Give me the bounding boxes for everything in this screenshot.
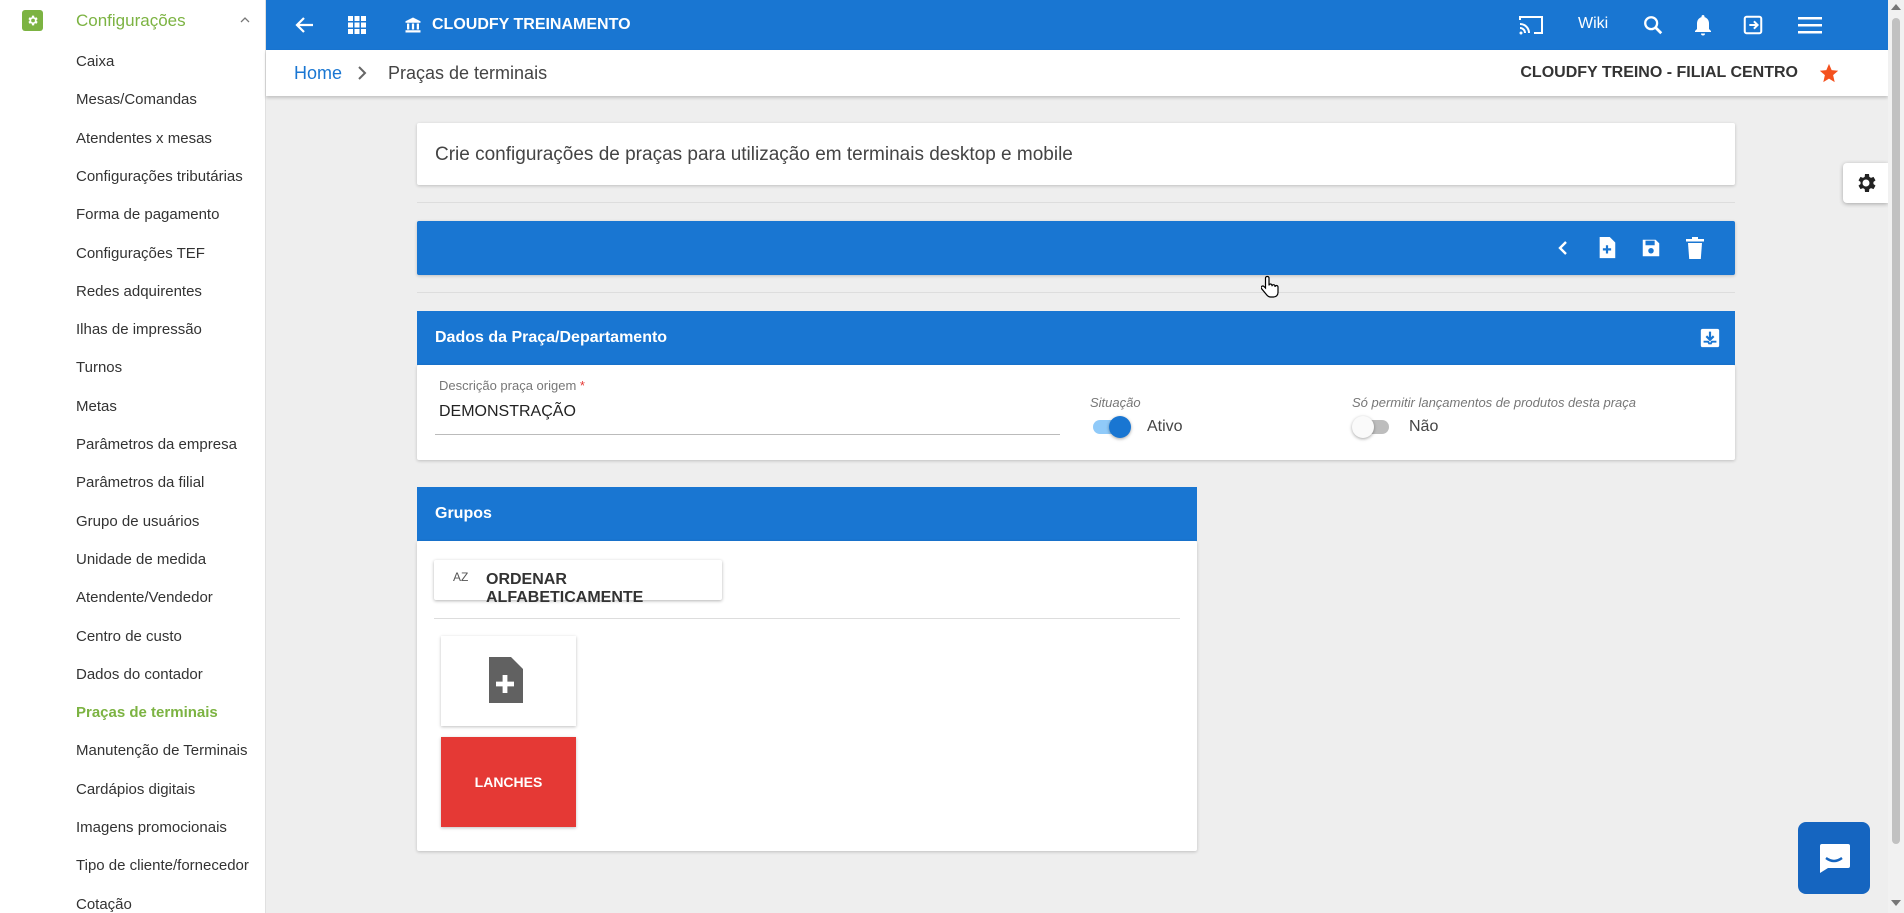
gear-icon	[1858, 174, 1875, 192]
scroll-up-arrow[interactable]	[1891, 4, 1901, 10]
sidebar-item[interactable]: Atendentes x mesas	[76, 130, 212, 147]
breadcrumb: Home Praças de terminais CLOUDFY TREINO …	[266, 50, 1888, 96]
sidebar-item[interactable]: Unidade de medida	[76, 551, 206, 568]
section-body-grupos: AZ ORDENAR ALFABETICAMENTE LANCHES	[417, 541, 1197, 851]
search-icon[interactable]	[1640, 12, 1666, 38]
settings-icon	[22, 10, 43, 31]
restricao-toggle[interactable]	[1352, 416, 1390, 438]
sidebar-item[interactable]: Praças de terminais	[76, 704, 218, 721]
cast-icon[interactable]	[1518, 12, 1544, 38]
sidebar-item[interactable]: Configurações TEF	[76, 245, 205, 262]
sidebar-item[interactable]: Grupo de usuários	[76, 513, 199, 530]
chat-button[interactable]	[1798, 822, 1870, 894]
section-body-dados: Descrição praça origem * DEMONSTRAÇÃO Si…	[417, 365, 1735, 460]
section-title: Dados da Praça/Departamento	[435, 329, 668, 346]
info-text: Crie configurações de praças para utiliz…	[435, 144, 1073, 165]
settings-gear-button[interactable]	[1843, 163, 1888, 203]
chevron-up-icon	[239, 13, 251, 31]
new-document-icon[interactable]	[1595, 236, 1619, 260]
descricao-label: Descrição praça origem *	[439, 378, 585, 393]
app-title: CLOUDFY TREINAMENTO	[432, 16, 631, 33]
situacao-label: Situação	[1090, 395, 1141, 410]
restricao-value: Não	[1409, 418, 1439, 435]
bell-icon[interactable]	[1690, 12, 1716, 38]
scroll-thumb[interactable]	[1892, 18, 1900, 844]
group-tile-lanches[interactable]: LANCHES	[441, 737, 576, 827]
sidebar-item[interactable]: Cotação	[76, 896, 132, 913]
sidebar-item[interactable]: Turnos	[76, 359, 122, 376]
section-header-dados: Dados da Praça/Departamento	[417, 311, 1735, 365]
sidebar-item[interactable]: Cardápios digitais	[76, 781, 195, 798]
sidebar-title: Configurações	[76, 11, 186, 30]
divider	[417, 292, 1735, 293]
top-app-bar: CLOUDFY TREINAMENTO Wiki	[266, 0, 1888, 50]
sidebar-item[interactable]: Parâmetros da empresa	[76, 436, 237, 453]
input-underline	[435, 434, 1060, 435]
add-file-icon	[484, 657, 526, 710]
divider	[417, 202, 1735, 203]
sidebar-item[interactable]: Centro de custo	[76, 628, 182, 645]
sidebar: Configurações Caixa Mesas/Comandas Atenden…	[0, 0, 266, 913]
scroll-down-arrow[interactable]	[1891, 900, 1901, 906]
chevron-right-icon	[356, 65, 368, 86]
delete-icon[interactable]	[1683, 236, 1707, 260]
page-title: Praças de terminais	[388, 63, 548, 83]
sidebar-item[interactable]: Imagens promocionais	[76, 819, 227, 836]
sort-alphabetically-button[interactable]: AZ ORDENAR ALFABETICAMENTE	[434, 560, 722, 606]
sort-button-label: ORDENAR ALFABETICAMENTE	[486, 571, 644, 606]
logout-icon[interactable]	[1740, 12, 1766, 38]
menu-icon[interactable]	[1797, 12, 1823, 38]
sidebar-item[interactable]: Dados do contador	[76, 666, 203, 683]
save-icon[interactable]	[1639, 236, 1663, 260]
wiki-link[interactable]: Wiki	[1578, 15, 1608, 33]
chevron-left-icon[interactable]	[1551, 236, 1575, 260]
sidebar-item[interactable]: Mesas/Comandas	[76, 91, 197, 108]
action-toolbar	[417, 221, 1735, 275]
apps-grid-icon[interactable]	[344, 12, 370, 38]
descricao-input[interactable]: DEMONSTRAÇÃO	[439, 403, 576, 421]
page-scrollbar[interactable]	[1888, 0, 1904, 913]
bank-icon	[400, 12, 426, 38]
collapse-icon[interactable]	[1699, 327, 1721, 354]
sidebar-item[interactable]: Manutenção de Terminais	[76, 742, 248, 759]
sidebar-item[interactable]: Redes adquirentes	[76, 283, 202, 300]
sort-az-icon: AZ	[453, 570, 469, 584]
sidebar-item[interactable]: Metas	[76, 398, 117, 415]
sidebar-item[interactable]: Configurações tributárias	[76, 168, 243, 185]
divider	[434, 618, 1180, 619]
chat-icon	[1820, 844, 1850, 873]
add-group-tile[interactable]	[441, 636, 576, 726]
sidebar-item[interactable]: Forma de pagamento	[76, 206, 219, 223]
sidebar-item[interactable]: Tipo de cliente/fornecedor	[76, 857, 249, 874]
restricao-label: Só permitir lançamentos de produtos dest…	[1352, 395, 1636, 410]
back-arrow-icon[interactable]	[292, 12, 318, 38]
section-header-grupos: Grupos	[417, 487, 1197, 541]
sidebar-item[interactable]: Ilhas de impressão	[76, 321, 202, 338]
section-title: Grupos	[435, 505, 492, 522]
sidebar-item[interactable]: Atendente/Vendedor	[76, 589, 213, 606]
breadcrumb-home-link[interactable]: Home	[294, 63, 342, 84]
sidebar-section-header[interactable]: Configurações	[0, 0, 265, 42]
sidebar-item[interactable]: Caixa	[76, 53, 114, 70]
situacao-value: Ativo	[1147, 418, 1183, 435]
sidebar-item[interactable]: Parâmetros da filial	[76, 474, 204, 491]
situacao-toggle[interactable]	[1090, 416, 1131, 438]
star-icon[interactable]	[1818, 62, 1840, 89]
hand-cursor-icon	[1260, 275, 1279, 304]
info-card: Crie configurações de praças para utiliz…	[417, 123, 1735, 185]
required-marker: *	[579, 378, 585, 393]
branch-name: CLOUDFY TREINO - FILIAL CENTRO	[1520, 64, 1798, 81]
